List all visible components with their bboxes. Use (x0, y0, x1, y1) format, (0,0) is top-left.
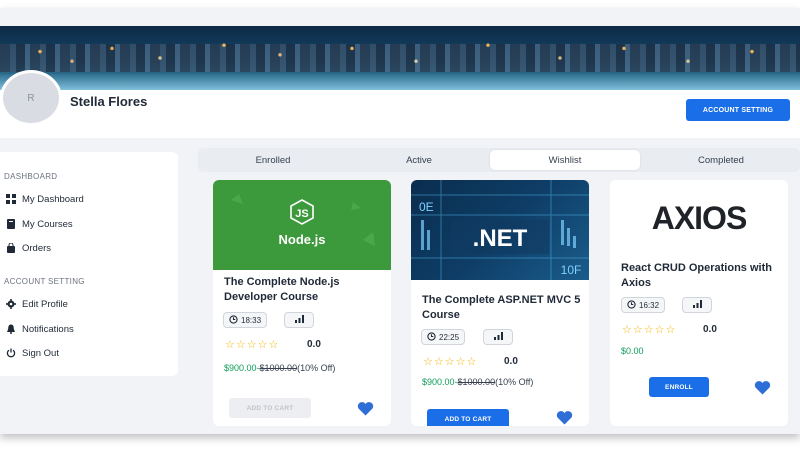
price-current: $900.00- (422, 377, 458, 387)
signal-bars-icon (294, 315, 304, 325)
price: $900.00-$1000.00(10% Off) (224, 363, 335, 373)
sidebar-item-my-dashboard[interactable]: My Dashboard (6, 192, 84, 206)
course-title[interactable]: React CRUD Operations with Axios (621, 261, 781, 291)
sidebar-item-notifications[interactable]: Notifications (6, 322, 74, 336)
course-card[interactable]: .NET 10F 0E The Complete ASP.NET MVC 5 C… (411, 180, 589, 426)
sidebar-item-label: My Dashboard (22, 193, 84, 205)
sidebar-item-label: My Courses (22, 218, 73, 230)
axios-logo: AXIOS (651, 200, 748, 236)
add-to-cart-button[interactable]: ADD TO CART (229, 398, 311, 418)
sidebar-item-label: Sign Out (22, 347, 59, 359)
duration-text: 22:25 (439, 332, 460, 342)
clock-icon (427, 331, 436, 343)
course-thumbnail-subtitle: 0E (419, 200, 434, 214)
sidebar-heading-dashboard: DASHBOARD (4, 172, 58, 181)
avatar-initial: R (27, 92, 35, 104)
user-name: Stella Flores (70, 94, 148, 109)
gear-icon (6, 299, 16, 309)
price-original: $1000.00 (259, 363, 298, 373)
course-card[interactable]: AXIOS React CRUD Operations with Axios 1… (610, 180, 788, 426)
enroll-button[interactable]: ENROLL (649, 377, 709, 397)
tab-completed[interactable]: Completed (646, 150, 796, 170)
level-badge (483, 329, 513, 345)
power-icon (6, 348, 16, 358)
price-discount: (10% Off) (297, 363, 336, 373)
level-badge (284, 312, 314, 328)
rating-value: 0.0 (307, 339, 321, 350)
heart-icon[interactable] (556, 411, 573, 425)
heart-icon[interactable] (754, 381, 771, 395)
account-setting-button[interactable]: ACCOUNT SETTING (686, 99, 790, 121)
price-discount: (10% Off) (495, 377, 534, 387)
rating-value: 0.0 (504, 356, 518, 367)
sidebar-item-label: Edit Profile (22, 298, 68, 310)
waterfront (0, 74, 800, 90)
sidebar-item-sign-out[interactable]: Sign Out (6, 346, 59, 360)
svg-text:JS: JS (295, 208, 308, 220)
course-title[interactable]: The Complete Node.js Developer Course (224, 275, 384, 305)
star-rating: ☆☆☆☆☆ (423, 356, 478, 368)
price-original: $1000.00 (457, 377, 496, 387)
signal-bars-icon (692, 300, 702, 310)
course-thumbnail-title: Node.js (278, 232, 326, 247)
course-card[interactable]: JS Node.js The Complete Node.js Develope… (213, 180, 391, 426)
nodejs-logo-icon: JS (231, 194, 375, 246)
sidebar-item-label: Notifications (22, 323, 74, 335)
rating-value: 0.0 (703, 324, 717, 335)
duration-badge: 18:33 (223, 312, 268, 328)
clock-icon (229, 314, 238, 326)
duration-badge: 16:32 (621, 297, 666, 313)
signal-bars-icon (493, 332, 503, 342)
app-window: R Stella Flores ACCOUNT SETTING DASHBOAR… (0, 8, 800, 434)
course-title[interactable]: The Complete ASP.NET MVC 5 Course (422, 293, 582, 323)
sidebar-item-label: Orders (22, 242, 52, 254)
course-thumbnail[interactable]: JS Node.js (213, 180, 391, 270)
add-to-cart-button[interactable]: ADD TO CART (427, 409, 509, 426)
sidebar-heading-account: ACCOUNT SETTING (4, 277, 85, 286)
course-tabs: Enrolled Active Wishlist Completed (198, 148, 800, 172)
price-current: $900.00- (224, 363, 260, 373)
tab-active[interactable]: Active (344, 150, 494, 170)
tab-wishlist[interactable]: Wishlist (490, 150, 640, 170)
sidebar-item-edit-profile[interactable]: Edit Profile (6, 297, 68, 311)
level-badge (682, 297, 712, 313)
book-icon (6, 219, 16, 229)
course-thumbnail[interactable]: AXIOS (610, 180, 788, 252)
avatar[interactable]: R (0, 70, 62, 126)
svg-text:.NET: .NET (473, 225, 528, 252)
cover-banner (0, 26, 800, 90)
star-rating: ☆☆☆☆☆ (225, 339, 280, 351)
dotnet-graphic-icon: .NET 10F (411, 180, 589, 280)
heart-icon[interactable] (357, 402, 374, 416)
bag-icon (6, 243, 16, 253)
clock-icon (627, 299, 636, 311)
sidebar: DASHBOARD My Dashboard My Courses Orders… (0, 152, 178, 376)
price-current: $0.00 (621, 346, 644, 356)
price: $900.00-$1000.00(10% Off) (422, 377, 533, 387)
sidebar-item-my-courses[interactable]: My Courses (6, 217, 73, 231)
sidebar-item-orders[interactable]: Orders (6, 241, 51, 255)
star-rating: ☆☆☆☆☆ (622, 324, 677, 336)
duration-text: 16:32 (639, 300, 660, 310)
duration-text: 18:33 (241, 315, 262, 325)
svg-text:10F: 10F (561, 263, 582, 277)
price: $0.00 (621, 346, 644, 356)
tab-enrolled[interactable]: Enrolled (198, 150, 348, 170)
bell-icon (6, 324, 16, 334)
dashboard-icon (6, 194, 16, 204)
course-thumbnail[interactable]: .NET 10F 0E (411, 180, 589, 280)
duration-badge: 22:25 (421, 329, 466, 345)
